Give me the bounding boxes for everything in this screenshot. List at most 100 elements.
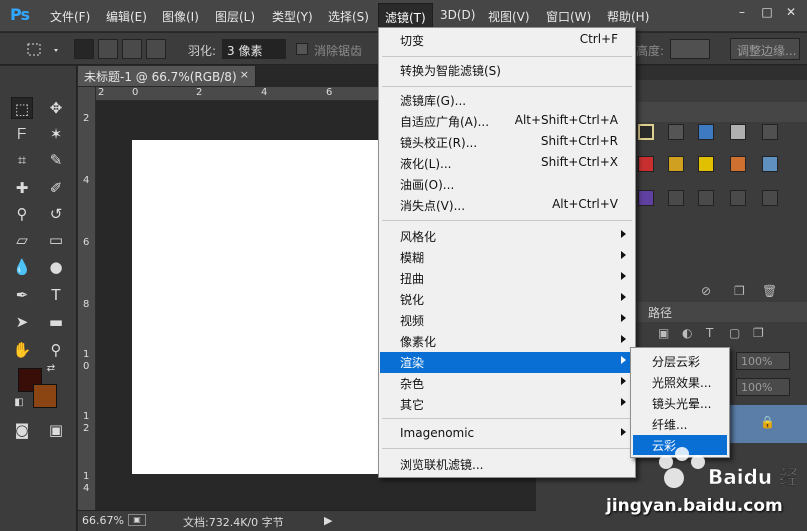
style-swatch[interactable] xyxy=(730,124,746,140)
style-swatch[interactable] xyxy=(698,190,714,206)
antialias-checkbox[interactable] xyxy=(296,43,308,55)
filter-adjust-icon[interactable]: ◐ xyxy=(682,326,692,340)
tab-paths[interactable]: 路径 xyxy=(648,304,672,321)
menu-help[interactable]: 帮助(H) xyxy=(607,8,649,25)
menu-item-lens-correction[interactable]: 镜头校正(R)... Shift+Ctrl+R xyxy=(380,132,634,153)
no-style-icon[interactable]: ⊘ xyxy=(701,284,711,298)
document-tab[interactable]: 未标题-1 @ 66.7%(RGB/8) × xyxy=(78,66,256,86)
filter-image-icon[interactable]: ▣ xyxy=(658,326,669,340)
menu-item-stylize[interactable]: 风格化 xyxy=(380,226,634,247)
style-swatch[interactable] xyxy=(762,190,778,206)
refine-edge-button[interactable]: 调整边缘... xyxy=(730,38,800,60)
path-select-icon[interactable]: ➤ xyxy=(11,311,33,333)
style-swatch[interactable] xyxy=(762,156,778,172)
eraser-icon[interactable]: ▱ xyxy=(11,229,33,251)
menu-item-sharpen[interactable]: 锐化 xyxy=(380,289,634,310)
hand-tool-icon[interactable]: ✋ xyxy=(11,339,33,361)
style-swatch[interactable] xyxy=(638,190,654,206)
menu-window[interactable]: 窗口(W) xyxy=(546,8,591,25)
status-preview-icon[interactable]: ▣ xyxy=(128,514,146,526)
menu-item-video[interactable]: 视频 xyxy=(380,310,634,331)
menu-item-distort[interactable]: 扭曲 xyxy=(380,268,634,289)
healing-brush-icon[interactable]: ✚ xyxy=(11,177,33,199)
blur-tool-icon[interactable]: 💧 xyxy=(11,256,33,278)
style-swatch[interactable] xyxy=(668,124,684,140)
zoom-tool-icon[interactable]: ⚲ xyxy=(45,339,67,361)
status-arrow-icon[interactable]: ▶ xyxy=(324,514,332,527)
fill-input[interactable]: 100% xyxy=(736,378,790,396)
maximize-icon[interactable]: □ xyxy=(758,4,776,20)
magic-wand-icon[interactable]: ✶ xyxy=(45,123,67,145)
swap-colors-icon[interactable]: ⇄ xyxy=(44,362,58,376)
menu-type[interactable]: 类型(Y) xyxy=(272,8,313,25)
eyedropper-icon[interactable]: ✎ xyxy=(45,149,67,171)
menu-file[interactable]: 文件(F) xyxy=(50,8,90,25)
menu-3d[interactable]: 3D(D) xyxy=(440,8,475,22)
marquee-tool-icon[interactable]: ⬚ xyxy=(11,97,33,119)
style-swatch[interactable] xyxy=(668,190,684,206)
height-input[interactable] xyxy=(670,39,710,59)
subtract-selection-icon[interactable] xyxy=(122,39,142,59)
menu-item-filter-gallery[interactable]: 滤镜库(G)... xyxy=(380,90,634,111)
menu-item-shear[interactable]: 切变 Ctrl+F xyxy=(380,30,634,51)
feather-input[interactable]: 3 像素 xyxy=(222,39,286,59)
style-swatch[interactable] xyxy=(730,190,746,206)
submenu-arrow-icon xyxy=(621,428,626,436)
submenu-item-fibers[interactable]: 纤维... xyxy=(633,414,727,434)
menu-item-pixelate[interactable]: 像素化 xyxy=(380,331,634,352)
menu-item-convert-smart[interactable]: 转换为智能滤镜(S) xyxy=(380,60,634,81)
menu-item-liquify[interactable]: 液化(L)... Shift+Ctrl+X xyxy=(380,153,634,174)
crop-tool-icon[interactable]: ⌗ xyxy=(11,149,33,171)
new-style-icon[interactable]: ❐ xyxy=(734,284,745,298)
style-swatch[interactable] xyxy=(730,156,746,172)
style-swatch[interactable] xyxy=(638,124,654,140)
marquee-preset-icon[interactable] xyxy=(24,40,62,60)
filter-type-icon[interactable]: T xyxy=(706,326,713,340)
dodge-tool-icon[interactable]: ● xyxy=(45,256,67,278)
style-swatch[interactable] xyxy=(698,156,714,172)
style-swatch[interactable] xyxy=(762,124,778,140)
menu-view[interactable]: 视图(V) xyxy=(488,8,530,25)
style-swatch[interactable] xyxy=(668,156,684,172)
filter-smart-icon[interactable]: ❐ xyxy=(753,326,764,340)
tab-close-icon[interactable]: × xyxy=(240,68,249,81)
style-swatch[interactable] xyxy=(638,156,654,172)
menu-item-render[interactable]: 渲染 xyxy=(380,352,634,373)
zoom-level[interactable]: 66.67% xyxy=(82,514,124,527)
move-tool-icon[interactable]: ✥ xyxy=(45,97,67,119)
add-selection-icon[interactable] xyxy=(98,39,118,59)
menu-layer[interactable]: 图层(L) xyxy=(215,8,255,25)
intersect-selection-icon[interactable] xyxy=(146,39,166,59)
submenu-item-lens-flare[interactable]: 镜头光晕... xyxy=(633,393,727,413)
menu-edit[interactable]: 编辑(E) xyxy=(106,8,147,25)
close-icon[interactable]: ✕ xyxy=(782,4,800,20)
opacity-input[interactable]: 100% xyxy=(736,352,790,370)
gradient-tool-icon[interactable]: ▭ xyxy=(45,229,67,251)
filter-shape-icon[interactable]: ▢ xyxy=(729,326,740,340)
menu-item-oil-paint[interactable]: 油画(O)... xyxy=(380,174,634,195)
type-tool-icon[interactable]: T xyxy=(45,284,67,306)
lasso-tool-icon[interactable]: ᖴ xyxy=(11,123,33,145)
menu-select[interactable]: 选择(S) xyxy=(328,8,369,25)
rectangle-tool-icon[interactable]: ▬ xyxy=(45,311,67,333)
default-colors-icon[interactable]: ◧ xyxy=(12,396,26,410)
quick-mask-icon[interactable]: ◙ xyxy=(11,419,33,441)
pen-tool-icon[interactable]: ✒ xyxy=(11,284,33,306)
delete-style-icon[interactable]: 🗑 xyxy=(762,284,777,298)
submenu-item-lighting-effects[interactable]: 光照效果... xyxy=(633,372,727,392)
menu-item-vanishing-point[interactable]: 消失点(V)... Alt+Ctrl+V xyxy=(380,195,634,216)
screen-mode-icon[interactable]: ▣ xyxy=(45,419,67,441)
minimize-icon[interactable]: – xyxy=(733,4,751,20)
menu-item-other[interactable]: 其它 xyxy=(380,394,634,415)
brush-tool-icon[interactable]: ✐ xyxy=(45,177,67,199)
history-brush-icon[interactable]: ↺ xyxy=(45,203,67,225)
background-color[interactable] xyxy=(33,384,57,408)
style-swatch[interactable] xyxy=(698,124,714,140)
menu-image[interactable]: 图像(I) xyxy=(162,8,199,25)
menu-item-adaptive-wide[interactable]: 自适应广角(A)... Alt+Shift+Ctrl+A xyxy=(380,111,634,132)
new-selection-icon[interactable] xyxy=(74,39,94,59)
clone-stamp-icon[interactable]: ⚲ xyxy=(11,203,33,225)
submenu-item-difference-clouds[interactable]: 分层云彩 xyxy=(633,351,727,371)
menu-item-noise[interactable]: 杂色 xyxy=(380,373,634,394)
menu-item-blur[interactable]: 模糊 xyxy=(380,247,634,268)
